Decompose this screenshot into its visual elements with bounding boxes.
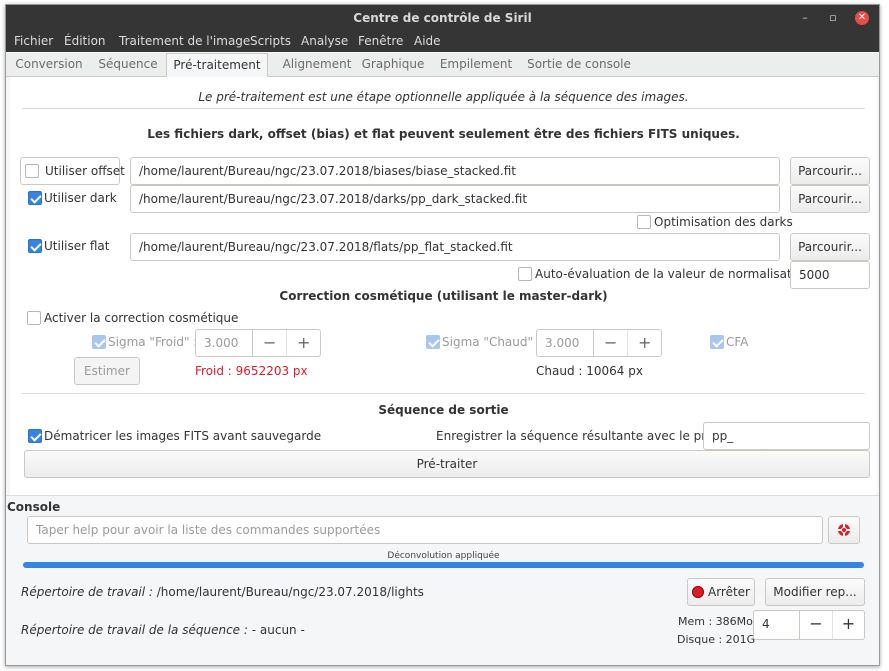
fits-note: Les fichiers dark, offset (bias) et flat… (147, 127, 740, 141)
change-dir-button[interactable]: Modifier rep... (765, 578, 865, 606)
threads-spinner[interactable]: 4 − + (753, 610, 865, 640)
sigma-hot-value[interactable]: 3.000 (537, 330, 594, 356)
menu-edition[interactable]: Édition (64, 34, 106, 48)
tab-console-output[interactable]: Sortie de console (524, 53, 634, 77)
dark-browse-button[interactable]: Parcourir... (790, 185, 870, 213)
progress-bar (23, 562, 864, 568)
estimate-button[interactable]: Estimer (74, 357, 140, 385)
window-title: Centre de contrôle de Siril (353, 11, 532, 25)
tab-conversion[interactable]: Conversion (8, 53, 90, 77)
preprocessing-panel: Le pré-traitement est une étape optionne… (10, 77, 877, 495)
minus-icon[interactable]: − (253, 330, 286, 356)
progress-text: Déconvolution appliquée (387, 551, 500, 561)
title-bar: Centre de contrôle de Siril – ▫ ✕ (6, 5, 879, 31)
siril-control-center-window: Centre de contrôle de Siril – ▫ ✕ Fichie… (5, 4, 880, 666)
stop-button[interactable]: Arrêter (687, 578, 755, 606)
maximize-icon[interactable]: ▫ (826, 11, 840, 25)
auto-normalization-checkbox[interactable] (518, 267, 532, 281)
threads-value[interactable]: 4 (754, 611, 800, 639)
disk-label: Disque : 201G (677, 633, 756, 646)
sigma-hot-checkbox[interactable] (426, 335, 440, 349)
command-input[interactable]: Taper help pour avoir la liste des comma… (27, 516, 823, 544)
intro-text: Le pré-traitement est une étape optionne… (198, 90, 689, 104)
preprocess-button[interactable]: Pré-traiter (24, 450, 870, 478)
minus-icon[interactable]: − (800, 611, 832, 639)
separator (22, 108, 865, 109)
minus-icon[interactable]: − (594, 330, 627, 356)
menu-aide[interactable]: Aide (414, 34, 441, 48)
lifebuoy-icon (838, 524, 850, 536)
dark-optimization-label: Optimisation des darks (654, 215, 793, 229)
tab-pretraitement[interactable]: Pré-traitement (166, 53, 268, 77)
workdir-value: /home/laurent/Bureau/ngc/23.07.2018/ligh… (152, 585, 424, 599)
cfa-checkbox[interactable] (710, 335, 724, 349)
cosmetic-activate-checkbox[interactable] (27, 311, 41, 325)
menu-bar: Fichier Édition Traitement de l'image Sc… (6, 31, 879, 52)
flat-label: Utiliser flat (44, 239, 110, 253)
stop-label: Arrêter (707, 585, 750, 599)
cosmetic-activate-label: Activer la correction cosmétique (44, 311, 239, 325)
tab-alignement[interactable]: Alignement (270, 53, 364, 77)
tab-empilement[interactable]: Empilement (436, 53, 516, 77)
menu-fichier[interactable]: Fichier (14, 34, 53, 48)
seqdir-label: Répertoire de travail de la séquence : (21, 623, 248, 637)
sigma-cold-label: Sigma "Froid" : (108, 335, 198, 349)
menu-analyse[interactable]: Analyse (301, 34, 348, 48)
normalization-value-field[interactable]: 5000 (790, 261, 870, 289)
prefix-field[interactable]: pp_ (703, 422, 870, 450)
progress-fill (23, 562, 864, 568)
console-title: Console (7, 500, 61, 514)
menu-fenetre[interactable]: Fenêtre (358, 34, 403, 48)
output-sequence-title: Séquence de sortie (378, 403, 509, 417)
dark-optimization-checkbox[interactable] (637, 215, 651, 229)
tab-graphique[interactable]: Graphique (356, 53, 430, 77)
dark-path-field[interactable]: /home/laurent/Bureau/ngc/23.07.2018/dark… (130, 185, 780, 213)
notebook-tabs: Conversion Séquence Pré-traitement Align… (6, 53, 879, 77)
tab-sequence[interactable]: Séquence (90, 53, 166, 77)
seqdir-value: - aucun - (247, 623, 305, 637)
cosmetic-correction-title: Correction cosmétique (utilisant le mast… (279, 289, 608, 303)
sigma-hot-label: Sigma "Chaud" : (442, 335, 541, 349)
separator (22, 393, 865, 394)
sigma-cold-value[interactable]: 3.000 (196, 330, 253, 356)
sigma-cold-spinner[interactable]: 3.000 − + (195, 329, 321, 357)
help-button[interactable] (828, 516, 860, 544)
offset-browse-button[interactable]: Parcourir... (790, 157, 870, 185)
flat-browse-button[interactable]: Parcourir... (790, 233, 870, 261)
auto-normalization-label: Auto-évaluation de la valeur de normalis… (535, 267, 810, 281)
flat-checkbox[interactable] (28, 239, 42, 253)
offset-label: Utiliser offset (45, 164, 125, 178)
plus-icon[interactable]: + (286, 330, 320, 356)
offset-checkbox[interactable] (25, 164, 39, 178)
seqdir-line: Répertoire de travail de la séquence : -… (21, 623, 305, 637)
hot-result: Chaud : 10064 px (536, 364, 643, 378)
prefix-label: Enregistrer la séquence résultante avec … (436, 429, 743, 443)
plus-icon[interactable]: + (832, 611, 864, 639)
debayer-label: Dématricer les images FITS avant sauvega… (44, 429, 322, 443)
sigma-hot-spinner[interactable]: 3.000 − + (536, 329, 662, 357)
offset-toggle-frame[interactable]: Utiliser offset (20, 157, 125, 185)
cold-result: Froid : 9652203 px (195, 364, 308, 378)
offset-path-field[interactable]: /home/laurent/Bureau/ngc/23.07.2018/bias… (130, 157, 780, 185)
debayer-checkbox[interactable] (28, 429, 42, 443)
flat-path-field[interactable]: /home/laurent/Bureau/ngc/23.07.2018/flat… (130, 233, 780, 261)
menu-scripts[interactable]: Scripts (250, 34, 291, 48)
close-icon[interactable]: ✕ (855, 11, 869, 25)
sigma-cold-checkbox[interactable] (92, 335, 106, 349)
menu-traitement[interactable]: Traitement de l'image (119, 34, 250, 48)
cfa-label: CFA (726, 335, 749, 349)
workdir-line: Répertoire de travail : /home/laurent/Bu… (21, 585, 424, 599)
minimize-icon[interactable]: – (798, 11, 812, 25)
dark-checkbox[interactable] (28, 191, 42, 205)
workdir-label: Répertoire de travail : (21, 585, 153, 599)
plus-icon[interactable]: + (627, 330, 661, 356)
dark-label: Utiliser dark (44, 191, 117, 205)
stop-icon (691, 586, 704, 598)
memory-label: Mem : 386Mo (678, 615, 753, 628)
